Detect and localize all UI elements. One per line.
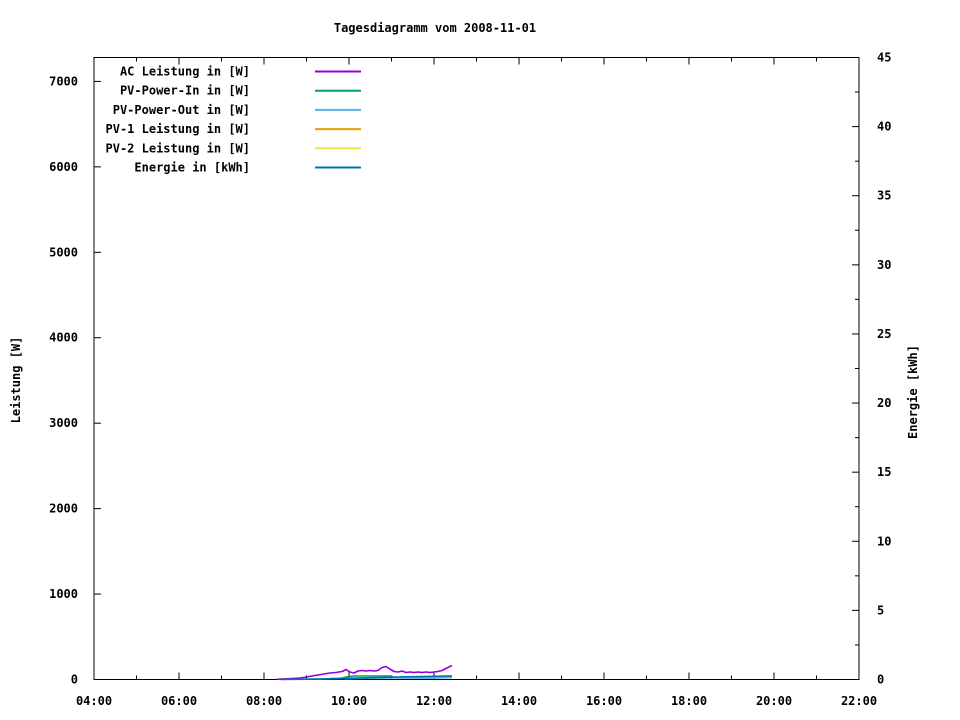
legend-label-ac-leistung: AC Leistung in [W] xyxy=(120,65,250,79)
y-left-tick-label: 4000 xyxy=(49,331,78,345)
y-left-tick-label: 6000 xyxy=(49,160,78,174)
chart-page: Tagesdiagramm vom 2008-11-01 Leistung [W… xyxy=(0,0,960,720)
x-tick-label: 10:00 xyxy=(331,694,367,708)
x-tick-label: 20:00 xyxy=(756,694,792,708)
x-tick-label: 12:00 xyxy=(416,694,452,708)
y-right-tick-label: 35 xyxy=(877,189,891,203)
legend-label-pv1-leistung: PV-1 Leistung in [W] xyxy=(106,122,251,136)
x-tick-label: 16:00 xyxy=(586,694,622,708)
y-left-tick-label: 5000 xyxy=(49,245,78,259)
legend-label-energie: Energie in [kWh] xyxy=(134,161,250,175)
y-right-tick-label: 40 xyxy=(877,120,891,134)
y-left-tick-label: 1000 xyxy=(49,587,78,601)
chart-canvas: 04:00 06:00 08:00 10:00 12:00 14:00 16:00 18:00… xyxy=(0,0,960,720)
legend-label-pv-power-out: PV-Power-Out in [W] xyxy=(113,103,250,117)
x-tick-label: 14:00 xyxy=(501,694,537,708)
x-tick-label: 04:00 xyxy=(76,694,112,708)
y-left-tick-label: 3000 xyxy=(49,416,78,430)
legend-label-pv2-leistung: PV-2 Leistung in [W] xyxy=(106,141,251,155)
y-left-tick-label: 7000 xyxy=(49,74,78,88)
y-right-tick-label: 15 xyxy=(877,465,891,479)
y-right-tick-label: 0 xyxy=(877,673,884,687)
y-right-tick-label: 5 xyxy=(877,603,884,617)
x-tick-label: 22:00 xyxy=(841,694,877,708)
y-right-tick-label: 30 xyxy=(877,258,891,272)
y-left-tick-label: 0 xyxy=(71,673,78,687)
x-tick-label: 08:00 xyxy=(246,694,282,708)
x-tick-label: 18:00 xyxy=(671,694,707,708)
y-right-tick-label: 10 xyxy=(877,534,891,548)
legend-label-pv-power-in: PV-Power-In in [W] xyxy=(120,84,250,98)
y-left-tick-label: 2000 xyxy=(49,502,78,516)
y-right-tick-label: 45 xyxy=(877,51,891,65)
y-right-tick-label: 25 xyxy=(877,327,891,341)
x-tick-label: 06:00 xyxy=(161,694,197,708)
y-right-tick-label: 20 xyxy=(877,396,891,410)
